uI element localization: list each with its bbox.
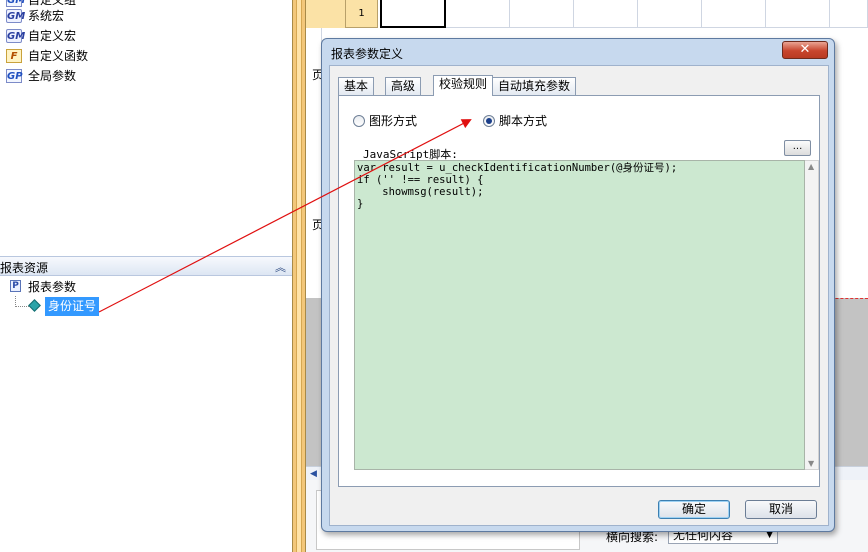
radio-checked-icon — [483, 115, 495, 127]
report-resources-header[interactable]: 报表资源 ︽ — [0, 256, 292, 276]
selected-param-label[interactable]: 身份证号 — [45, 297, 100, 316]
group-icon: GM — [6, 0, 25, 7]
tree-item-label: 全局参数 — [28, 69, 77, 83]
graphic-mode-radio[interactable]: 图形方式 — [353, 113, 433, 129]
more-options-button[interactable]: ... — [784, 140, 811, 156]
row-header[interactable]: 1 — [346, 0, 378, 28]
graphic-mode-label: 图形方式 — [369, 114, 418, 128]
global-param-icon: GP — [6, 69, 23, 83]
script-editor[interactable]: var result = u_checkIdentificationNumber… — [354, 160, 805, 470]
grid-cell[interactable] — [638, 0, 702, 28]
parameter-diamond-icon — [28, 299, 41, 312]
tab-advanced[interactable]: 高级 — [385, 77, 422, 95]
active-cell[interactable] — [380, 0, 446, 28]
tab-autofill-params[interactable]: 自动填充参数 — [492, 77, 577, 95]
grid-cell[interactable] — [510, 0, 574, 28]
script-mode-label: 脚本方式 — [499, 114, 548, 128]
panel-splitter[interactable] — [292, 0, 306, 552]
tree-item-label: 自定义宏 — [28, 29, 77, 43]
grid-cell[interactable] — [574, 0, 638, 28]
custom-function-icon: F — [6, 49, 22, 63]
grid-cell[interactable] — [830, 0, 868, 28]
tree-item-report-params[interactable]: P 报表参数 — [0, 276, 200, 296]
grid-cell[interactable] — [446, 0, 510, 28]
grid-cell[interactable] — [702, 0, 766, 28]
tree-item-id-number[interactable]: 身份证号 — [0, 296, 200, 318]
left-panel: GM 自定义组 GM 系统宏 GM 自定义宏 F 自定义函数 GP 全局参数 报… — [0, 0, 292, 552]
tab-basic[interactable]: 基本 — [338, 77, 375, 95]
param-icon: P — [10, 280, 21, 292]
close-button[interactable]: ✕ — [782, 41, 828, 59]
cancel-button[interactable]: 取消 — [745, 500, 817, 519]
dialog-body: 基本 高级 校验规则 自动填充参数 图形方式 脚本方式 JavaScript脚本… — [329, 65, 829, 526]
editor-vertical-scrollbar[interactable]: ▲ ▼ — [805, 160, 819, 470]
row-header-gutter — [306, 0, 346, 28]
scroll-down-icon[interactable]: ▼ — [808, 459, 814, 468]
collapse-icon[interactable]: ︽ — [275, 259, 286, 275]
system-macro-icon: GM — [6, 9, 26, 23]
validation-tab-panel: 图形方式 脚本方式 JavaScript脚本: ... var result =… — [338, 95, 820, 487]
tab-validation-rules[interactable]: 校验规则 — [433, 75, 494, 96]
scroll-up-icon[interactable]: ▲ — [808, 162, 814, 171]
scroll-left-icon[interactable]: ◀ — [310, 469, 317, 479]
report-resources-title: 报表资源 — [0, 261, 49, 275]
tree-connector — [15, 306, 29, 307]
report-param-dialog: 报表参数定义 ✕ 基本 高级 校验规则 自动填充参数 图形方式 脚本方式 Jav… — [321, 38, 835, 532]
splitter-grip — [296, 0, 302, 552]
tree-item-label: 报表参数 — [28, 280, 77, 294]
dialog-title: 报表参数定义 — [331, 47, 404, 61]
custom-macro-icon: GM — [6, 29, 26, 43]
ok-button[interactable]: 确定 — [658, 500, 730, 519]
radio-unchecked-icon — [353, 115, 365, 127]
band-gutter: 页 页 — [306, 28, 324, 298]
grid-row: 1 — [306, 0, 868, 28]
script-code[interactable]: var result = u_checkIdentificationNumber… — [357, 162, 677, 210]
tree-item-label: 自定义函数 — [28, 49, 89, 63]
grid-cell[interactable] — [766, 0, 830, 28]
script-mode-radio[interactable]: 脚本方式 — [483, 113, 563, 129]
close-icon: ✕ — [799, 42, 811, 57]
tree-item-label: 系统宏 — [28, 9, 65, 23]
